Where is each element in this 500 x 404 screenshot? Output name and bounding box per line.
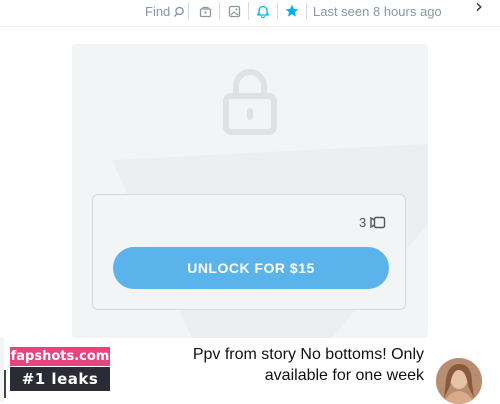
avatar-photo — [436, 358, 482, 404]
find-button[interactable]: Find — [145, 4, 185, 19]
video-icon — [370, 216, 386, 229]
bell-icon[interactable] — [256, 4, 270, 18]
watermark-tagline: #1 leaks — [10, 367, 110, 391]
watermark-site: fapshots.com — [10, 347, 110, 366]
divider — [306, 2, 307, 20]
media-count: 3 — [359, 215, 386, 230]
search-icon — [174, 6, 185, 17]
media-count-value: 3 — [359, 215, 367, 230]
top-bar: › Find Last seen 8 hours ago — [0, 0, 500, 26]
post-caption: Ppv from story No bottoms! Only availabl… — [192, 346, 424, 384]
image-icon[interactable] — [227, 4, 241, 18]
lock-icon — [223, 69, 277, 135]
star-icon[interactable] — [285, 4, 299, 18]
unlock-panel: 3 UNLOCK FOR $15 — [92, 194, 406, 310]
chevron-right-icon[interactable]: › — [475, 0, 483, 18]
unlock-button[interactable]: UNLOCK FOR $15 — [113, 247, 389, 289]
divider — [219, 2, 220, 20]
divider — [188, 2, 189, 20]
divider — [248, 2, 249, 20]
locked-media: 3 UNLOCK FOR $15 — [72, 44, 428, 338]
divider — [277, 2, 278, 20]
tip-icon[interactable] — [198, 4, 212, 18]
header-divider — [0, 26, 500, 27]
avatar[interactable] — [436, 358, 482, 404]
scroll-indicator — [4, 370, 6, 398]
find-label: Find — [145, 4, 171, 19]
last-seen-status: Last seen 8 hours ago — [313, 4, 442, 19]
